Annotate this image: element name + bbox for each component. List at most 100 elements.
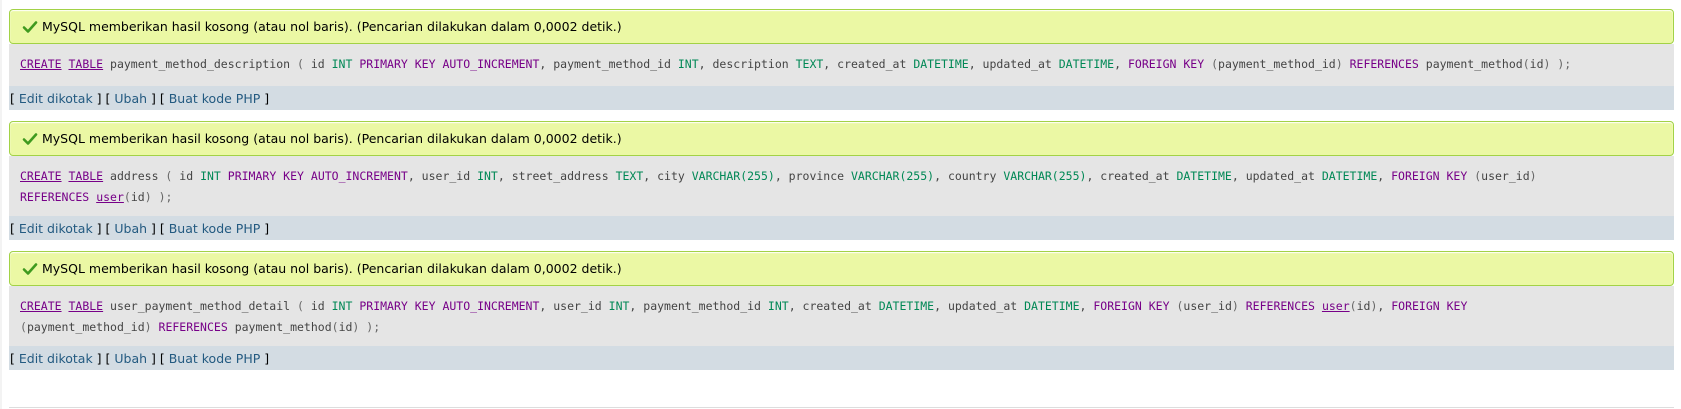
sql-token: PRIMARY KEY (359, 299, 436, 313)
sql-token: REFERENCES (1245, 299, 1315, 313)
sql-token: ); (158, 190, 173, 204)
edit-link[interactable]: Ubah (114, 91, 147, 106)
sql-token: PRIMARY KEY (227, 169, 304, 183)
sql-token: , city (643, 169, 692, 183)
edit-inline-link[interactable]: Edit dikotak (19, 221, 93, 236)
sql-token: ) (1231, 299, 1239, 313)
edit-link[interactable]: Ubah (114, 351, 147, 366)
sql-token: ); (1557, 57, 1572, 71)
sql-token: payment_method_id (1218, 57, 1336, 71)
sql-token: payment_method (1418, 57, 1523, 71)
sql-token: DATETIME (1321, 169, 1378, 183)
sql-token: FOREIGN KEY (1391, 169, 1468, 183)
sql-token: DATETIME (1058, 57, 1115, 71)
sql-token: ( (123, 190, 131, 204)
success-message: MySQL memberikan hasil kosong (atau nol … (9, 121, 1674, 156)
sql-token: , description (698, 57, 796, 71)
query-tools: [ Edit dikotak ] [ Ubah ] [ Buat kode PH… (9, 346, 1674, 370)
sql-token: ( (1522, 57, 1530, 71)
sql-token: TABLE (68, 299, 104, 313)
sql-token: user_payment_method_detail (103, 299, 297, 313)
sql-token: INT (608, 299, 630, 313)
sql-token: INT (200, 169, 221, 183)
sql-token: TABLE (68, 57, 104, 71)
sql-token: ( (20, 320, 27, 334)
sql-query[interactable]: CREATE TABLE payment_method_description … (9, 44, 1674, 86)
check-icon (22, 20, 38, 33)
sql-token: ) (144, 190, 152, 204)
sql-token: CREATE (20, 57, 62, 71)
create-php-code-link[interactable]: Buat kode PHP (169, 91, 261, 106)
sql-token: DATETIME (1176, 169, 1232, 183)
sql-token: , (1079, 299, 1094, 313)
bracket-text: [ (10, 350, 19, 366)
sql-token: INT (331, 299, 353, 313)
sql-token: DATETIME (913, 57, 969, 71)
sql-token: INT (677, 57, 699, 71)
sql-token: , created_at (823, 57, 914, 71)
sql-token: ); (366, 320, 381, 334)
sql-token: FOREIGN KEY (1391, 299, 1468, 313)
edit-inline-link[interactable]: Edit dikotak (19, 91, 93, 106)
sql-token: VARCHAR(255) (1003, 169, 1087, 183)
sql-line: (payment_method_id) REFERENCES payment_m… (20, 317, 1663, 338)
bracket-text: ] (260, 220, 270, 236)
sql-token: REFERENCES (158, 320, 228, 334)
sql-token: PRIMARY KEY (359, 57, 436, 71)
edit-inline-link[interactable]: Edit dikotak (19, 351, 93, 366)
sql-token: id (338, 320, 353, 334)
query-results-panel: MySQL memberikan hasil kosong (atau nol … (0, 0, 1681, 409)
sql-token: , user_id (539, 299, 609, 313)
sql-token: id (303, 57, 332, 71)
sql-token: ( (1349, 299, 1357, 313)
sql-token: FOREIGN KEY (1093, 299, 1170, 313)
sql-token: , payment_method_id (629, 299, 768, 313)
sql-token: , updated_at (934, 299, 1025, 313)
sql-token: DATETIME (1024, 299, 1080, 313)
sql-token: , user_id (407, 169, 478, 183)
sql-token: , (1114, 57, 1128, 71)
sql-token: , province (774, 169, 851, 183)
sql-token: ( (296, 57, 304, 71)
sql-query[interactable]: CREATE TABLE user_payment_method_detail … (9, 286, 1674, 346)
left-edge (0, 0, 2, 409)
sql-token: payment_method_id (26, 320, 145, 334)
sql-token: AUTO_INCREMENT (310, 169, 408, 183)
bracket-text: ] [ (92, 350, 115, 366)
bracket-text: ] [ (147, 90, 169, 106)
sql-token: INT (331, 57, 353, 71)
bracket-text: ] [ (92, 220, 115, 236)
sql-token: , created_at (1086, 169, 1177, 183)
create-php-code-link[interactable]: Buat kode PHP (169, 221, 261, 236)
sql-token: VARCHAR(255) (691, 169, 775, 183)
sql-token: payment_method_description (103, 57, 297, 71)
sql-token: ( (296, 299, 304, 313)
sql-token: ( (331, 320, 339, 334)
sql-token: id (172, 169, 201, 183)
success-message: MySQL memberikan hasil kosong (atau nol … (9, 9, 1674, 44)
sql-query[interactable]: CREATE TABLE address ( id INT PRIMARY KE… (9, 156, 1674, 216)
sql-token: REFERENCES (20, 190, 90, 204)
sql-token: , street_address (497, 169, 616, 183)
sql-token: id (130, 190, 145, 204)
create-php-code-link[interactable]: Buat kode PHP (169, 351, 261, 366)
sql-token: user_id (1481, 169, 1530, 183)
sql-token: CREATE (20, 169, 62, 183)
success-message-text: MySQL memberikan hasil kosong (atau nol … (42, 261, 622, 276)
success-message-text: MySQL memberikan hasil kosong (atau nol … (42, 19, 622, 34)
sql-token: INT (767, 299, 789, 313)
success-message: MySQL memberikan hasil kosong (atau nol … (9, 251, 1674, 286)
query-tools: [ Edit dikotak ] [ Ubah ] [ Buat kode PH… (9, 216, 1674, 240)
sql-token: CREATE (20, 299, 62, 313)
sql-token: ( (1211, 57, 1219, 71)
sql-token: FOREIGN KEY (1127, 57, 1205, 71)
sql-token: , created_at (788, 299, 879, 313)
edit-link[interactable]: Ubah (114, 221, 147, 236)
